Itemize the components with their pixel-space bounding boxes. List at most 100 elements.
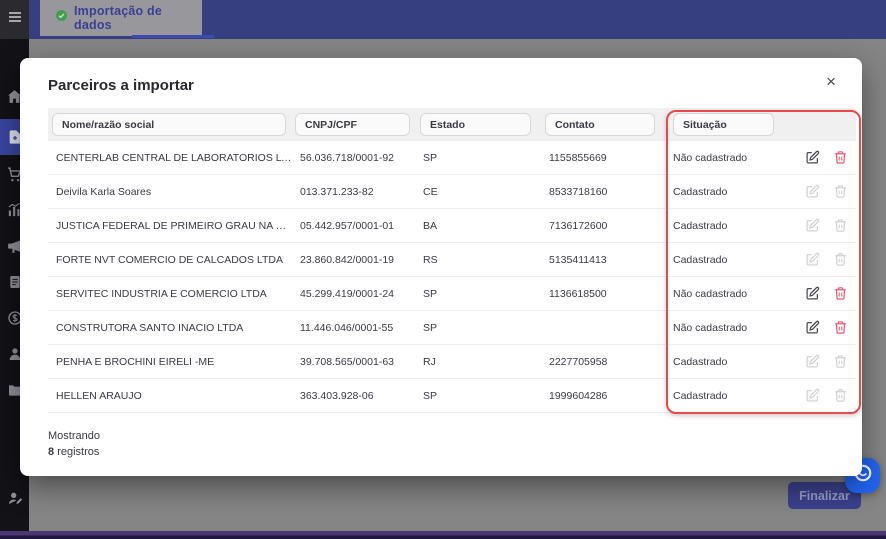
- cell-status: Não cadastrado: [673, 151, 748, 164]
- cell-doc: 45.299.419/0001-24: [300, 287, 395, 300]
- app-root: Importação de dados Finalizar Parceiros …: [0, 0, 886, 539]
- cell-status: Não cadastrado: [673, 287, 748, 300]
- cell-name: HELLEN ARAUJO: [56, 389, 142, 402]
- table-row: JUSTICA FEDERAL DE PRIMEIRO GRAU NA BAHI…: [48, 209, 856, 243]
- cell-actions: [790, 354, 856, 369]
- close-icon[interactable]: ×: [820, 72, 842, 91]
- edit-icon[interactable]: [805, 150, 820, 165]
- delete-icon: [833, 388, 848, 403]
- cell-status: Cadastrado: [673, 355, 728, 368]
- cell-actions: [790, 252, 856, 267]
- cell-doc: 56.036.718/0001-92: [300, 151, 395, 164]
- column-header-status: [666, 113, 790, 136]
- cell-name: FORTE NVT COMERCIO DE CALCADOS LTDA: [56, 253, 283, 266]
- cell-name: SERVITEC INDUSTRIA E COMERCIO LTDA: [56, 287, 267, 300]
- cell-contact: 2227705958: [549, 355, 608, 368]
- edit-icon: [805, 218, 820, 233]
- cell-contact: 1136618500: [549, 287, 607, 300]
- cell-contact: 7136172600: [549, 219, 608, 232]
- column-header-state: [418, 113, 543, 136]
- cell-status: Cadastrado: [673, 253, 728, 266]
- menu-toggle-button[interactable]: [0, 0, 29, 39]
- check-circle-icon: [55, 9, 68, 27]
- cell-doc: 013.371.233-82: [300, 185, 374, 198]
- record-count-value: 8: [48, 445, 55, 458]
- delete-icon: [833, 184, 848, 199]
- table-body: CENTERLAB CENTRAL DE LABORATORIOS LTDA 56…: [48, 141, 856, 413]
- cell-doc: 363.403.928-06: [300, 389, 374, 402]
- cell-name: Deivila Karla Soares: [56, 185, 152, 198]
- cell-actions: [790, 150, 856, 165]
- import-partners-modal: Parceiros a importar × CENTERLAB CENTRAL…: [20, 58, 862, 476]
- delete-icon[interactable]: [833, 320, 848, 335]
- cell-contact: 8533718160: [549, 185, 608, 198]
- cell-state: SP: [423, 287, 438, 300]
- cell-name: PENHA E BROCHINI EIRELI -ME: [56, 355, 215, 368]
- active-tab-indicator: [132, 35, 214, 38]
- delete-icon[interactable]: [833, 286, 848, 301]
- cell-actions: [790, 218, 856, 233]
- edit-icon[interactable]: [805, 320, 820, 335]
- bottom-bar: [0, 531, 886, 539]
- delete-icon: [833, 354, 848, 369]
- cell-actions: [790, 388, 856, 403]
- cell-doc: 23.860.842/0001-19: [300, 253, 395, 266]
- cell-name: CONSTRUTORA SANTO INACIO LTDA: [56, 321, 244, 334]
- table-row: FORTE NVT COMERCIO DE CALCADOS LTDA 23.86…: [48, 243, 856, 277]
- cell-contact: 1155855669: [549, 151, 607, 164]
- filter-contact-input[interactable]: [545, 113, 655, 136]
- cell-state: SP: [423, 151, 438, 164]
- cell-contact: 1999604286: [549, 389, 608, 402]
- table-row: Deivila Karla Soares 013.371.233-82 CE 8533…: [48, 175, 856, 209]
- cell-contact: 5135411413: [549, 253, 607, 266]
- cell-status: Cadastrado: [673, 185, 728, 198]
- modal-title: Parceiros a importar: [48, 77, 194, 94]
- column-header-name: [48, 113, 293, 136]
- delete-icon: [833, 252, 848, 267]
- cell-actions: [790, 286, 856, 301]
- edit-icon[interactable]: [805, 286, 820, 301]
- cell-doc: 39.708.565/0001-63: [300, 355, 395, 368]
- table-row: HELLEN ARAUJO 363.403.928-06 SP 1999604286 C…: [48, 379, 856, 413]
- cell-state: RJ: [423, 355, 436, 368]
- delete-icon: [833, 218, 848, 233]
- filter-state-input[interactable]: [420, 113, 531, 136]
- cell-state: CE: [423, 185, 438, 198]
- column-header-contact: [543, 113, 666, 136]
- top-bar: Importação de dados: [29, 0, 886, 39]
- table-row: CENTERLAB CENTRAL DE LABORATORIOS LTDA 56…: [48, 141, 856, 175]
- cell-actions: [790, 320, 856, 335]
- cell-status: Cadastrado: [673, 389, 728, 402]
- delete-icon[interactable]: [833, 150, 848, 165]
- edit-icon: [805, 354, 820, 369]
- table-header-row: [48, 108, 856, 141]
- edit-icon: [805, 388, 820, 403]
- column-header-doc: [293, 113, 418, 136]
- cell-doc: 05.442.957/0001-01: [300, 219, 395, 232]
- cell-doc: 11.446.046/0001-55: [300, 321, 394, 334]
- sidebar-item-user-edit[interactable]: [0, 483, 29, 513]
- cell-state: SP: [423, 389, 438, 402]
- cell-state: SP: [423, 321, 438, 334]
- hamburger-icon: [7, 9, 23, 30]
- filter-doc-input[interactable]: [295, 113, 410, 136]
- edit-icon: [805, 184, 820, 199]
- cell-actions: [790, 184, 856, 199]
- tab-label: Importação de dados: [74, 4, 163, 32]
- cell-state: BA: [423, 219, 438, 232]
- filter-name-input[interactable]: [52, 113, 286, 136]
- cell-status: Cadastrado: [673, 219, 728, 232]
- record-count: Mostrando 8 registros: [48, 429, 100, 461]
- cell-status: Não cadastrado: [673, 321, 748, 334]
- table-row: PENHA E BROCHINI EIRELI -ME 39.708.565/00…: [48, 345, 856, 379]
- partners-table: CENTERLAB CENTRAL DE LABORATORIOS LTDA 56…: [48, 108, 856, 413]
- showing-label: Mostrando: [48, 430, 100, 442]
- cell-name: JUSTICA FEDERAL DE PRIMEIRO GRAU NA BAHI…: [56, 219, 293, 232]
- user-edit-icon: [7, 490, 23, 506]
- records-label: registros: [57, 445, 100, 458]
- edit-icon: [805, 252, 820, 267]
- cell-name: CENTERLAB CENTRAL DE LABORATORIOS LTDA: [56, 151, 293, 164]
- tab-importacao-de-dados[interactable]: Importação de dados: [40, 0, 202, 36]
- filter-status-input[interactable]: [673, 113, 774, 136]
- cell-state: RS: [423, 253, 438, 266]
